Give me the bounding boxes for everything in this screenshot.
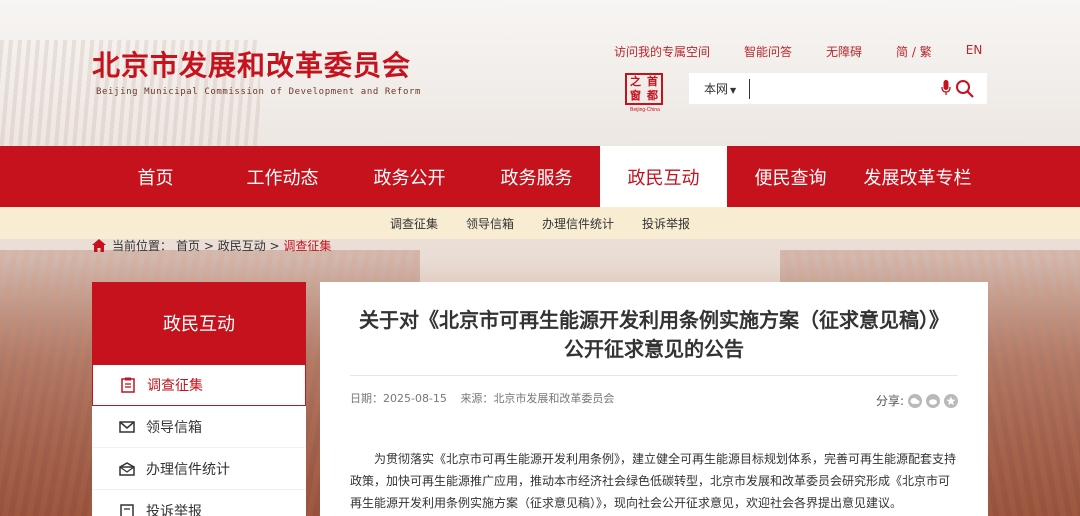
subnav-letter-statistics[interactable]: 办理信件统计 [542,215,614,232]
report-icon [118,503,136,516]
article-source: 来源：北京市发展和改革委员会 [460,392,615,405]
nav-government-affairs[interactable]: 政务公开 [346,146,473,207]
top-link-personal-space[interactable]: 访问我的专属空间 [614,43,710,60]
sidebar-item-label: 领导信箱 [146,419,202,436]
envelope-icon [118,419,136,435]
share-wechat-icon[interactable] [908,393,922,408]
share-weibo-icon[interactable] [926,393,940,408]
nav-work-updates[interactable]: 工作动态 [219,146,346,207]
article-meta: 日期：2025-08-15 来源：北京市发展和改革委员会 [350,390,614,406]
search-box: 本网 ▼ [689,73,987,104]
sidebar: 政民互动 调查征集 领导信箱 办理信件统计 投诉举报 [92,282,306,516]
sidebar-item-label: 办理信件统计 [146,461,230,478]
microphone-icon[interactable] [941,80,951,96]
sidebar-item-label: 调查征集 [147,378,203,394]
sidebar-heading: 政民互动 [92,282,306,364]
seal-char: 首 [647,75,658,88]
search-icon[interactable] [955,79,975,99]
open-envelope-icon [118,461,136,477]
sub-nav: 调查征集 领导信箱 办理信件统计 投诉举报 [0,207,1080,239]
subnav-complaints[interactable]: 投诉举报 [642,215,690,232]
site-subtitle: Beijing Municipal Commission of Developm… [96,87,421,97]
seal-char: 之 [630,75,641,88]
subnav-leader-mailbox[interactable]: 领导信箱 [466,215,514,232]
divider [350,375,958,376]
breadcrumb-home[interactable]: 首页 [176,237,200,254]
share-label: 分享: [875,394,904,408]
caret-down-icon: ▼ [730,86,737,95]
seal-char: 都 [647,89,658,102]
top-links: 访问我的专属空间 智能问答 无障碍 简 / 繁 EN [614,43,982,60]
home-icon [92,239,106,252]
breadcrumb-separator: > [200,238,218,253]
search-scope-dropdown[interactable]: 本网 ▼ [704,80,744,97]
site-title[interactable]: 北京市发展和改革委员会 [92,44,411,84]
clipboard-icon [119,377,137,393]
nav-reform-column[interactable]: 发展改革专栏 [854,146,981,207]
share-qzone-icon[interactable] [944,393,958,408]
breadcrumb-separator: > [265,238,284,253]
breadcrumb-current[interactable]: 调查征集 [283,237,331,254]
top-link-accessibility[interactable]: 无障碍 [826,43,862,60]
main-nav: 首页 工作动态 政务公开 政务服务 政民互动 便民查询 发展改革专栏 [0,146,1080,207]
sidebar-item-complaints[interactable]: 投诉举报 [92,490,306,516]
seal-caption: Beijing-China [630,107,660,113]
nav-government-services[interactable]: 政务服务 [473,146,600,207]
article-title: 关于对《北京市可再生能源开发利用条例实施方案（征求意见稿）》公开征求意见的公告 [359,308,949,361]
top-link-english[interactable]: EN [966,43,983,60]
nav-public-interaction[interactable]: 政民互动 [600,146,727,207]
search-scope-label: 本网 [704,82,729,96]
top-link-smart-qa[interactable]: 智能问答 [744,43,792,60]
article-body: 为贯彻落实《北京市可再生能源开发利用条例》，建立健全可再生能源目标规划体系，完善… [350,452,957,510]
subnav-survey[interactable]: 调查征集 [390,215,438,232]
sidebar-item-letter-statistics[interactable]: 办理信件统计 [92,448,306,490]
seal-char: 窗 [630,89,641,102]
nav-home[interactable]: 首页 [92,146,219,207]
top-link-simplified-traditional[interactable]: 简 / 繁 [896,43,932,60]
sidebar-item-label: 投诉举报 [146,503,202,516]
search-input[interactable] [749,78,929,99]
article-panel: 关于对《北京市可再生能源开发利用条例实施方案（征求意见稿）》公开征求意见的公告 … [320,282,988,516]
article-date: 日期：2025-08-15 [350,392,447,405]
breadcrumb: 当前位置： 首页 > 政民互动 > 调查征集 [92,237,331,254]
nav-convenience-query[interactable]: 便民查询 [727,146,854,207]
capital-window-logo[interactable]: 首 之 都 窗 Beijing-China [625,73,665,117]
share-bar: 分享: [876,392,958,409]
breadcrumb-label: 当前位置： [112,239,173,253]
breadcrumb-public-interaction[interactable]: 政民互动 [218,237,266,254]
sidebar-item-leader-mailbox[interactable]: 领导信箱 [92,406,306,448]
sidebar-item-survey[interactable]: 调查征集 [92,364,306,406]
